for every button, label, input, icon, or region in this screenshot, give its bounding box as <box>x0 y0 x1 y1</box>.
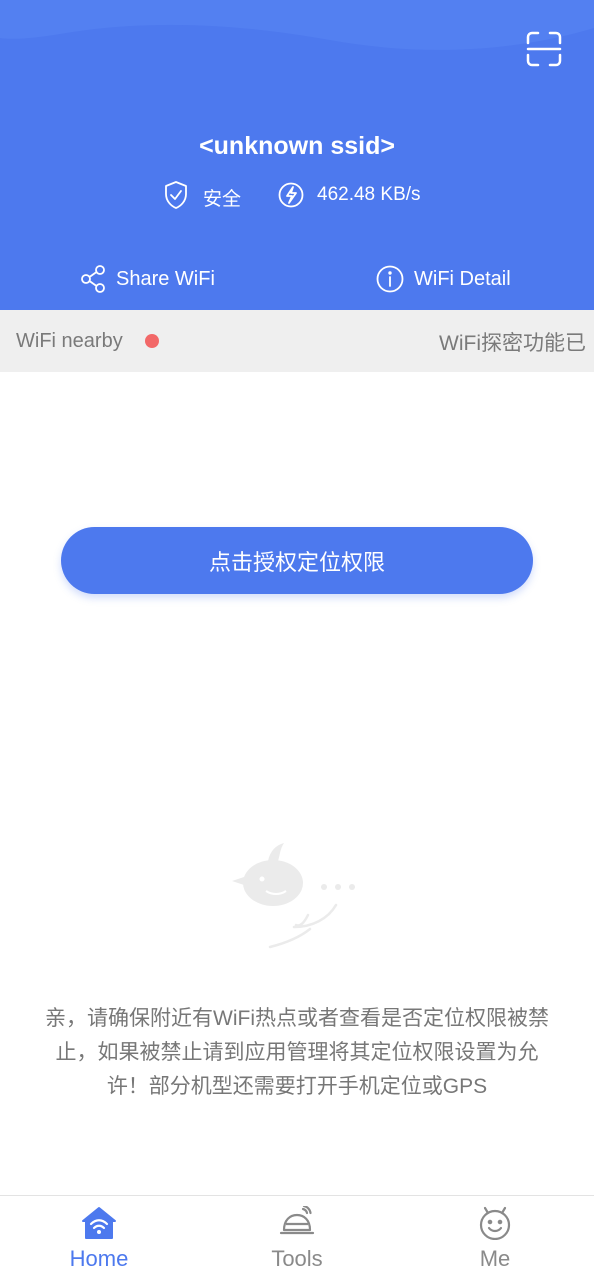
share-icon <box>81 265 105 293</box>
wifi-nearby-bar: WiFi nearby WiFi探密功能已 <box>0 310 594 372</box>
speed-value: 462.48 KB/s <box>317 184 421 205</box>
wifi-nearby-label: WiFi nearby <box>16 330 123 352</box>
info-icon <box>376 265 404 293</box>
bottom-tab-bar: Home Tools Me <box>0 1195 594 1281</box>
wifi-ssid: <unknown ssid> <box>199 132 395 160</box>
share-wifi-button[interactable]: Share WiFi <box>80 262 215 296</box>
tab-me-label: Me <box>479 1246 511 1271</box>
home-wifi-icon <box>82 1207 116 1239</box>
marquee-notice: WiFi探密功能已 <box>439 332 586 355</box>
wifi-detail-button[interactable]: WiFi Detail <box>376 262 511 296</box>
scan-button[interactable] <box>526 31 562 67</box>
notification-dot <box>145 334 159 348</box>
share-wifi-label: Share WiFi <box>116 267 215 290</box>
tab-home[interactable]: Home <box>0 1196 198 1281</box>
security-status: 安全 <box>203 189 242 210</box>
tab-tools[interactable]: Tools <box>198 1196 396 1281</box>
speed-icon <box>278 182 304 208</box>
empty-bird-icon <box>232 843 355 949</box>
tab-tools-label: Tools <box>271 1246 323 1271</box>
tools-icon <box>279 1206 315 1235</box>
location-permission-hint: 亲，请确保附近有WiFi热点或者查看是否定位权限被禁止，如果被禁止请到应用管理将… <box>45 1007 549 1098</box>
wifi-header: <unknown ssid> 安全 462.48 KB/s Share WiFi… <box>0 0 594 310</box>
wifi-status-row: 安全 462.48 KB/s <box>0 180 594 212</box>
tab-home-label: Home <box>69 1246 129 1271</box>
shield-icon <box>165 181 187 209</box>
tab-me[interactable]: Me <box>396 1196 594 1281</box>
wifi-detail-label: WiFi Detail <box>414 267 511 290</box>
scan-icon <box>526 31 562 67</box>
grant-location-button[interactable]: 点击授权定位权限 <box>61 527 533 594</box>
me-icon <box>479 1206 511 1240</box>
header-wave <box>0 0 594 50</box>
